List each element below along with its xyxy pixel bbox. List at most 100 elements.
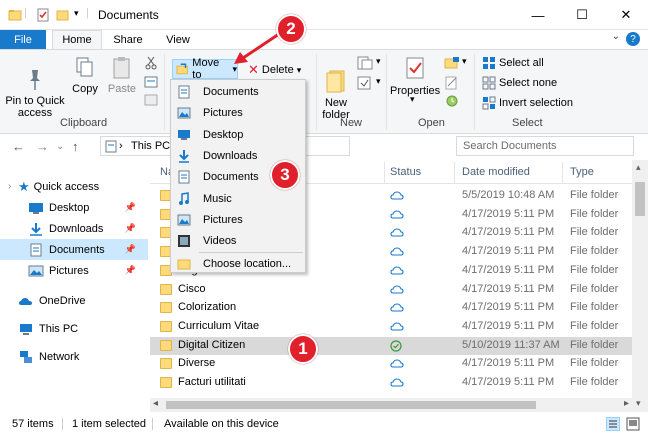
paste-shortcut-icon[interactable] xyxy=(144,94,158,106)
group-separator-2 xyxy=(316,54,317,130)
onedrive-icon xyxy=(19,297,32,305)
sidebar-item-desktop[interactable]: Desktop 📌 xyxy=(0,197,148,218)
tab-home[interactable]: Home xyxy=(52,30,102,49)
menu-item-videos[interactable]: Videos xyxy=(171,231,305,252)
table-row[interactable]: Colorization 4/17/2019 5:11 PM File folder xyxy=(150,299,632,317)
cloud-icon xyxy=(390,228,404,237)
horizontal-scroll-thumb[interactable] xyxy=(166,401,536,409)
sidebar-label: Pictures xyxy=(49,264,89,277)
cloud-icon xyxy=(390,378,404,387)
scroll-left-icon[interactable]: ◂ xyxy=(153,398,158,409)
copy-label: Copy xyxy=(72,83,98,95)
scroll-right-icon[interactable]: ▸ xyxy=(624,398,629,409)
available-check-icon xyxy=(390,339,402,352)
file-date: 4/17/2019 5:11 PM xyxy=(462,263,555,276)
documents-location-icon xyxy=(105,140,117,153)
item-count: 57 items xyxy=(12,418,54,430)
back-button[interactable]: ← xyxy=(12,139,25,154)
scroll-up-icon[interactable]: ▴ xyxy=(636,162,641,173)
file-type: File folder xyxy=(570,263,619,276)
sidebar-item-documents[interactable]: Documents 📌 xyxy=(0,239,148,260)
folder-icon xyxy=(160,377,172,388)
invert-selection-button[interactable]: Invert selection xyxy=(482,96,573,110)
ribbon-tabs: File Home Share View ⌄ ? xyxy=(0,30,648,49)
paste-button[interactable]: Paste xyxy=(104,56,140,95)
quick-access-expand-icon[interactable]: › xyxy=(8,181,18,192)
history-icon[interactable] xyxy=(444,94,460,108)
cloud-icon xyxy=(390,303,404,312)
select-none-button[interactable]: Select none xyxy=(482,76,557,90)
table-row[interactable]: Curriculum Vitae 4/17/2019 5:11 PM File fo… xyxy=(150,318,632,336)
easy-access-dropdown-icon[interactable]: ▾ xyxy=(376,76,381,87)
search-input[interactable]: Search Documents xyxy=(456,136,634,156)
copy-path-icon[interactable] xyxy=(144,76,158,88)
menu-item-desktop[interactable]: Desktop xyxy=(171,125,305,146)
menu-item-music[interactable]: Music xyxy=(171,189,305,210)
breadcrumb-this-pc[interactable]: This PC xyxy=(131,140,170,152)
up-button[interactable]: ↑ xyxy=(72,139,79,154)
maximize-button[interactable]: ☐ xyxy=(560,0,604,30)
column-date-modified[interactable]: Date modified xyxy=(462,166,530,178)
recent-locations-icon[interactable]: ⌄ xyxy=(56,141,64,152)
select-all-button[interactable]: Select all xyxy=(482,56,544,70)
close-button[interactable]: ✕ xyxy=(604,0,648,30)
new-item-dropdown-icon[interactable]: ▾ xyxy=(376,56,381,67)
sidebar-item-downloads[interactable]: Downloads 📌 xyxy=(0,218,148,239)
menu-item-documents[interactable]: Documents xyxy=(171,82,305,103)
forward-button[interactable]: → xyxy=(36,139,49,154)
menu-item-choose-location[interactable]: Choose location... xyxy=(171,254,305,275)
open-icon[interactable] xyxy=(444,56,460,70)
move-to-icon xyxy=(176,63,188,75)
tab-view[interactable]: View xyxy=(154,30,202,49)
vertical-scrollbar[interactable]: ▴ ▾ xyxy=(632,160,648,412)
table-row[interactable]: Facturi utilitati 4/17/2019 5:11 PM File f… xyxy=(150,374,632,392)
sidebar-item-network[interactable]: Network xyxy=(0,346,148,367)
qat-dropdown-icon[interactable]: ▾ xyxy=(74,8,79,19)
menu-item-label: Documents xyxy=(203,171,259,184)
folder-app-icon[interactable] xyxy=(8,8,22,22)
column-type[interactable]: Type xyxy=(570,166,594,178)
ribbon-collapse-icon[interactable]: ⌄ xyxy=(612,31,620,42)
sidebar-item-this-pc[interactable]: This PC xyxy=(0,318,148,339)
new-item-icon[interactable] xyxy=(356,56,374,70)
open-dropdown-icon[interactable]: ▾ xyxy=(462,56,467,67)
properties-button[interactable]: Properties xyxy=(390,56,440,97)
help-icon[interactable]: ? xyxy=(626,32,640,46)
table-row[interactable]: Diverse 4/17/2019 5:11 PM File folder xyxy=(150,355,632,373)
column-separator[interactable] xyxy=(562,162,563,184)
cut-icon[interactable] xyxy=(144,56,158,70)
file-name: Colorization xyxy=(178,301,237,314)
new-folder-qat-icon[interactable] xyxy=(56,8,70,22)
properties-dropdown-icon[interactable]: ▾ xyxy=(410,94,415,105)
edit-icon[interactable] xyxy=(444,76,460,90)
sidebar-item-onedrive[interactable]: OneDrive xyxy=(0,290,148,311)
large-icons-view-icon[interactable] xyxy=(626,417,640,431)
menu-item-pictures[interactable]: Pictures xyxy=(171,210,305,231)
file-type: File folder xyxy=(570,319,619,332)
desktop-icon xyxy=(29,202,43,214)
tab-share[interactable]: Share xyxy=(104,30,152,49)
sidebar-item-quick-access[interactable]: › ★ Quick access xyxy=(0,176,148,197)
pin-to-quick-access-button[interactable]: Pin to Quick access xyxy=(4,56,66,131)
details-view-icon[interactable] xyxy=(606,417,620,431)
table-row[interactable]: Cisco 4/17/2019 5:11 PM File folder xyxy=(150,281,632,299)
copy-button[interactable]: Copy xyxy=(68,56,102,95)
file-type: File folder xyxy=(570,245,619,258)
pictures-icon xyxy=(177,214,191,226)
minimize-button[interactable]: — xyxy=(516,0,560,30)
table-row[interactable]: Digital Citizen 5/10/2019 11:37 AM File fo… xyxy=(150,336,632,355)
pin-icon: 📌 xyxy=(124,202,136,212)
column-separator[interactable] xyxy=(384,162,385,184)
breadcrumb-chevron-icon[interactable]: › xyxy=(119,140,123,152)
scroll-down-icon[interactable]: ▾ xyxy=(636,398,641,409)
sidebar-label: Quick access xyxy=(33,180,100,193)
column-separator[interactable] xyxy=(454,162,455,184)
easy-access-icon[interactable] xyxy=(356,76,374,90)
menu-item-pictures[interactable]: Pictures xyxy=(171,103,305,124)
properties-qat-icon[interactable] xyxy=(36,8,50,22)
sidebar-item-pictures[interactable]: Pictures 📌 xyxy=(0,260,148,281)
vertical-scroll-thumb[interactable] xyxy=(635,182,645,216)
tab-file[interactable]: File xyxy=(0,30,46,49)
horizontal-scrollbar[interactable]: ◂ ▸ xyxy=(150,398,632,412)
column-status[interactable]: Status xyxy=(390,166,421,178)
